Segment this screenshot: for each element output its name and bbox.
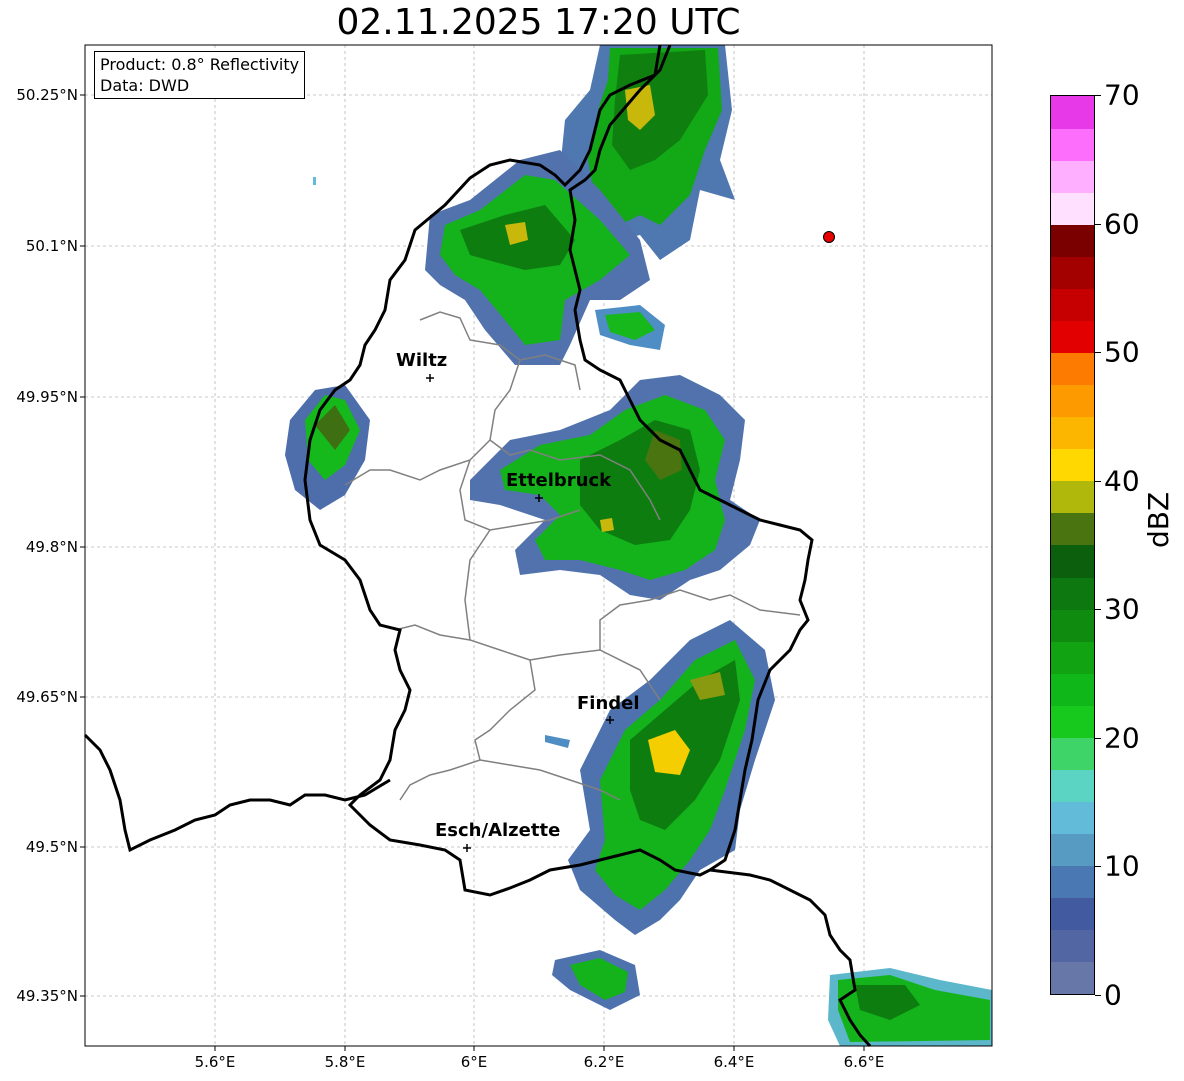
colorbar-segment (1051, 384, 1094, 418)
colorbar-segment (1051, 961, 1094, 995)
colorbar-segment (1051, 128, 1094, 161)
lat-tick-label: 49.8°N (25, 538, 78, 556)
colorbar-segment (1051, 416, 1094, 450)
echo-central-yellow (600, 518, 614, 532)
product-label: Product: 0.8° Reflectivity (100, 55, 300, 74)
lat-tick-label: 49.65°N (16, 688, 78, 706)
lon-tick-label: 6.2°E (583, 1053, 625, 1071)
colorbar-tick-label: 50 (1104, 335, 1140, 369)
colorbar-segment (1051, 320, 1094, 354)
colorbar-segment (1051, 705, 1094, 738)
echo-speck (313, 177, 316, 185)
colorbar-tick-label: 70 (1104, 78, 1140, 112)
lon-tick-label: 6.4°E (713, 1053, 755, 1071)
colorbar-segment (1051, 480, 1094, 514)
colorbar-segment (1051, 448, 1094, 482)
lon-tick-label: 6.6°E (843, 1053, 885, 1071)
city-label-findel: Findel (577, 693, 640, 714)
colorbar-segment (1051, 673, 1094, 706)
colorbar-segment (1051, 545, 1094, 578)
colorbar-tick-label: 20 (1104, 721, 1140, 755)
colorbar-label: dBZ (1142, 491, 1175, 548)
lon-tick-label: 6°E (460, 1053, 488, 1071)
info-box: Product: 0.8° Reflectivity Data: DWD (94, 51, 306, 99)
colorbar-segment (1051, 737, 1094, 770)
radar-map (80, 44, 993, 1051)
colorbar-tick-label: 40 (1104, 464, 1140, 498)
dbz-colorbar (1050, 95, 1095, 995)
colorbar-segment (1051, 256, 1094, 289)
colorbar-segment (1051, 929, 1094, 963)
colorbar-tick-label: 60 (1104, 207, 1140, 241)
colorbar-segment (1051, 160, 1094, 193)
colorbar-tick-mark (1095, 352, 1101, 354)
lat-tick-label: 49.5°N (25, 838, 78, 856)
colorbar-tick-mark (1095, 223, 1101, 225)
colorbar-segment (1051, 801, 1094, 835)
colorbar-segment (1051, 865, 1094, 899)
colorbar-tick-mark (1095, 480, 1101, 482)
colorbar-segment (1051, 641, 1094, 674)
city-label-wiltz: Wiltz (396, 350, 448, 371)
city-label-esch-alzette: Esch/Alzette (435, 820, 561, 841)
colorbar-tick-mark (1095, 95, 1101, 96)
data-source-label: Data: DWD (100, 76, 190, 95)
city-label-ettelbruck: Ettelbruck (506, 470, 612, 491)
colorbar-tick-label: 30 (1104, 592, 1140, 626)
lat-tick-label: 50.25°N (16, 86, 78, 104)
colorbar-tick-label: 10 (1104, 849, 1140, 883)
lon-tick-label: 5.8°E (324, 1053, 366, 1071)
colorbar-segment (1051, 288, 1094, 321)
colorbar-segment (1051, 897, 1094, 931)
colorbar-segment (1051, 96, 1094, 129)
colorbar-segment (1051, 352, 1094, 386)
colorbar-segment (1051, 192, 1094, 225)
radar-site-marker (823, 231, 835, 243)
lat-tick-label: 49.35°N (16, 987, 78, 1005)
colorbar-tick-mark (1095, 995, 1101, 996)
colorbar-segment (1051, 577, 1094, 610)
map-title: 02.11.2025 17:20 UTC (336, 2, 741, 43)
colorbar-segment (1051, 224, 1094, 257)
colorbar-segment (1051, 609, 1094, 642)
colorbar-tick-mark (1095, 866, 1101, 868)
colorbar-segment (1051, 833, 1094, 867)
colorbar-tick-mark (1095, 609, 1101, 611)
lat-tick-label: 50.1°N (25, 237, 78, 255)
colorbar-tick-label: 0 (1104, 978, 1122, 1012)
colorbar-segment (1051, 769, 1094, 803)
colorbar-segment (1051, 512, 1094, 546)
colorbar-tick-mark (1095, 737, 1101, 739)
lat-tick-label: 49.95°N (16, 388, 78, 406)
lon-tick-label: 5.6°E (194, 1053, 236, 1071)
